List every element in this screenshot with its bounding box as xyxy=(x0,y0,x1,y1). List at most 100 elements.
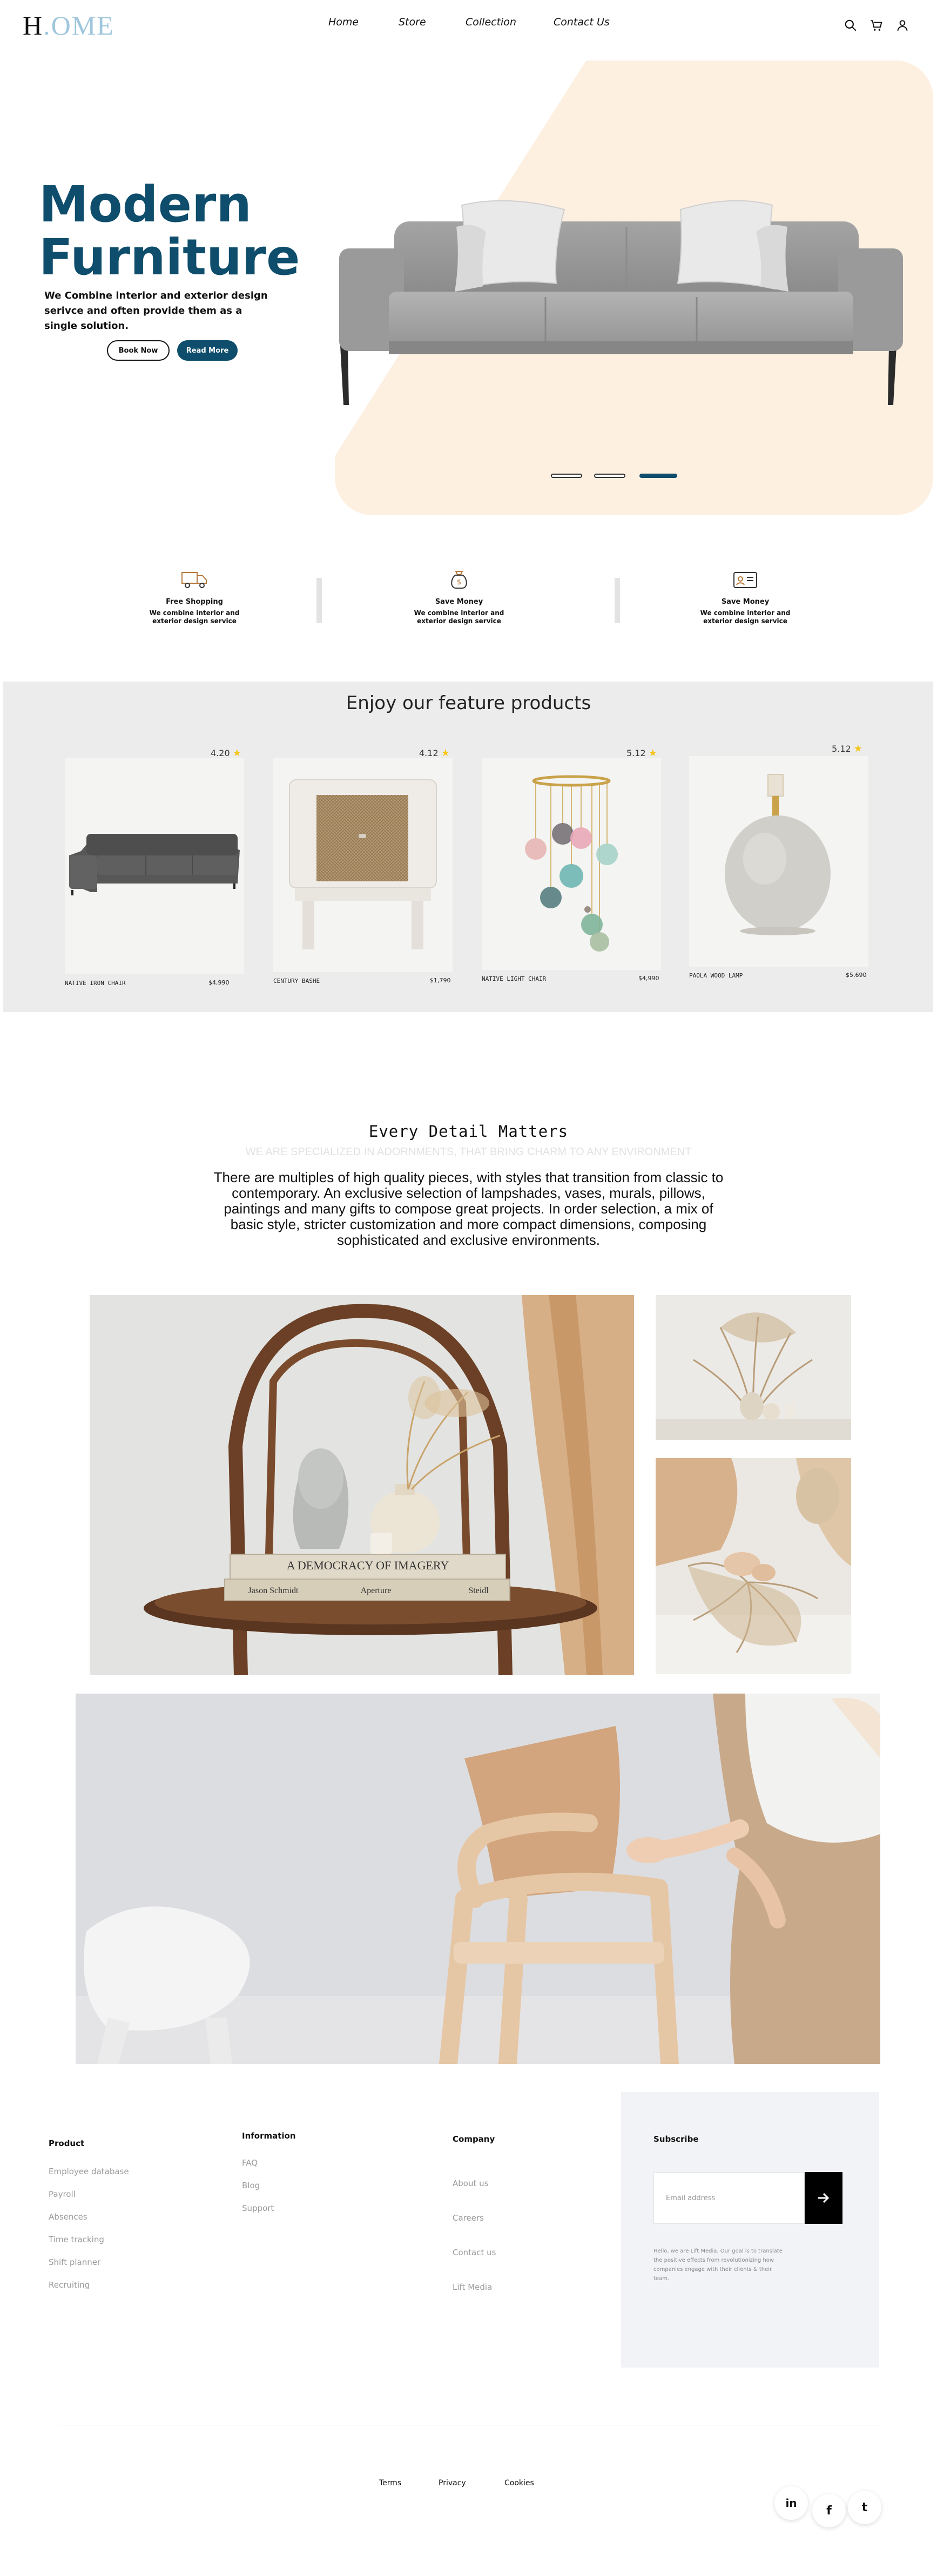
email-placeholder: Email address xyxy=(666,2194,716,2202)
feature-desc: We combine interior and exterior design … xyxy=(700,609,791,625)
id-card-icon xyxy=(733,572,757,588)
star-icon: ★ xyxy=(648,747,657,759)
rating-value: 4.12 xyxy=(419,748,439,758)
rating-value: 4.20 xyxy=(211,748,230,758)
subscribe-description: Hello, we are Lift Media. Our goal is to… xyxy=(653,2248,783,2282)
product-price: $4,990 xyxy=(208,979,230,986)
product-name: CENTURY BASHE xyxy=(273,977,320,984)
footer-link-faq[interactable]: FAQ xyxy=(242,2158,258,2168)
hero-title: Modern Furniture xyxy=(39,178,300,284)
user-icon[interactable] xyxy=(895,18,909,32)
gallery-hands-palm-image xyxy=(656,1458,851,1674)
book-now-button[interactable]: Book Now xyxy=(107,340,170,361)
feature-title: Free Shopping xyxy=(166,598,223,606)
logo-rest: OME xyxy=(51,10,114,41)
footer-link-blog[interactable]: Blog xyxy=(242,2181,260,2190)
gallery-dried-palm-image xyxy=(656,1295,851,1440)
product-rating: 4.20 ★ xyxy=(211,747,241,759)
footer-link-employee-database[interactable]: Employee database xyxy=(49,2167,129,2176)
read-more-button[interactable]: Read More xyxy=(177,340,238,361)
product-rating: 5.12 ★ xyxy=(832,743,862,754)
footer-link-absences[interactable]: Absences xyxy=(49,2212,87,2222)
nav-collection[interactable]: Collection xyxy=(466,16,516,28)
footer-company-heading: Company xyxy=(453,2134,495,2144)
product-card-century-bashe[interactable] xyxy=(273,758,453,972)
star-icon: ★ xyxy=(232,747,241,759)
twitter-icon[interactable]: t xyxy=(848,2491,881,2524)
feature-save-money: $ Save Money We combine interior and ext… xyxy=(400,569,518,625)
book-title-text: A DEMOCRACY OF IMAGERY xyxy=(287,1559,449,1572)
detail-subtitle: WE ARE SPECIALIZED IN ADORNMENTS, THAT B… xyxy=(245,1146,692,1158)
product-rating: 4.12 ★ xyxy=(419,747,450,759)
nav-store[interactable]: Store xyxy=(399,16,426,28)
slide-indicator-3[interactable] xyxy=(639,474,677,478)
subscribe-submit-button[interactable] xyxy=(805,2172,842,2224)
footer-link-shift-planner[interactable]: Shift planner xyxy=(49,2257,100,2267)
product-image xyxy=(69,834,240,895)
star-icon: ★ xyxy=(853,743,862,754)
logo-letter: H xyxy=(23,10,44,41)
truck-icon xyxy=(181,572,207,588)
footer-information-heading: Information xyxy=(242,2131,296,2141)
feature-save-money-2: Save Money We combine interior and exter… xyxy=(686,569,805,625)
feature-divider xyxy=(316,578,322,623)
footer-link-recruiting[interactable]: Recruiting xyxy=(49,2280,90,2290)
feature-divider xyxy=(615,578,620,623)
detail-title: Every Detail Matters xyxy=(368,1122,569,1141)
nav-contact-us[interactable]: Contact Us xyxy=(554,16,610,28)
slide-indicator-1[interactable] xyxy=(551,474,582,478)
book-author-text: Jason Schmidt xyxy=(248,1586,299,1595)
hero-description: We Combine interior and exterior design … xyxy=(44,290,268,332)
slide-indicator-2[interactable] xyxy=(594,474,625,478)
detail-body: There are multiples of high quality piec… xyxy=(213,1169,724,1248)
hero-title-line2: Furniture xyxy=(39,228,300,286)
product-name: NATIVE LIGHT CHAIR xyxy=(482,975,547,982)
product-image xyxy=(289,779,437,949)
logo-dot: . xyxy=(43,10,51,41)
email-field[interactable]: Email address xyxy=(653,2172,805,2224)
product-image xyxy=(725,774,831,935)
book-series-text: Steidl xyxy=(468,1586,489,1595)
feature-title: Save Money xyxy=(435,598,483,606)
star-icon: ★ xyxy=(441,747,450,759)
footer-product-heading: Product xyxy=(49,2139,85,2148)
product-price: $1,790 xyxy=(430,977,451,984)
product-card-paola-wood-lamp[interactable] xyxy=(689,756,868,967)
hero-title-line1: Modern xyxy=(39,176,252,233)
footer-link-lift-media[interactable]: Lift Media xyxy=(453,2282,492,2292)
logo[interactable]: H.OME xyxy=(23,12,114,39)
footer-cookies-link[interactable]: Cookies xyxy=(504,2479,534,2487)
product-card-native-iron-chair[interactable] xyxy=(65,758,244,974)
footer-link-about-us[interactable]: About us xyxy=(453,2179,488,2188)
product-name: PAOLA WOOD LAMP xyxy=(689,972,743,979)
gallery-wooden-chair-image xyxy=(76,1694,880,2064)
search-icon[interactable] xyxy=(844,18,858,32)
product-price: $5,690 xyxy=(846,972,867,979)
products-title: Enjoy our feature products xyxy=(346,692,591,714)
feature-title: Save Money xyxy=(721,598,770,606)
footer-link-contact-us[interactable]: Contact us xyxy=(453,2248,496,2257)
footer-link-payroll[interactable]: Payroll xyxy=(49,2189,76,2199)
footer-privacy-link[interactable]: Privacy xyxy=(439,2479,466,2487)
book-publisher-text: Aperture xyxy=(361,1586,392,1595)
footer-link-support[interactable]: Support xyxy=(242,2203,274,2213)
subscribe-heading: Subscribe xyxy=(653,2134,699,2144)
feature-free-shopping: Free Shopping We combine interior and ex… xyxy=(135,569,254,625)
money-bag-icon: $ xyxy=(451,571,467,589)
cart-icon[interactable] xyxy=(869,18,884,32)
subscribe-panel xyxy=(621,2092,879,2368)
footer-terms-link[interactable]: Terms xyxy=(379,2479,401,2487)
rating-value: 5.12 xyxy=(832,744,851,754)
linkedin-icon[interactable]: in xyxy=(774,2486,808,2520)
gallery-chair-image: A DEMOCRACY OF IMAGERY Jason Schmidt Ape… xyxy=(90,1295,634,1675)
feature-desc: We combine interior and exterior design … xyxy=(149,609,240,625)
product-image xyxy=(525,775,618,952)
footer-link-time-tracking[interactable]: Time tracking xyxy=(49,2235,104,2244)
nav-home[interactable]: Home xyxy=(328,16,359,28)
product-name: NATIVE IRON CHAIR xyxy=(65,980,126,987)
facebook-icon[interactable]: f xyxy=(812,2494,846,2527)
product-card-native-light-chair[interactable] xyxy=(482,758,661,970)
svg-text:$: $ xyxy=(457,578,461,586)
product-rating: 5.12 ★ xyxy=(626,747,657,759)
footer-link-careers[interactable]: Careers xyxy=(453,2213,484,2223)
